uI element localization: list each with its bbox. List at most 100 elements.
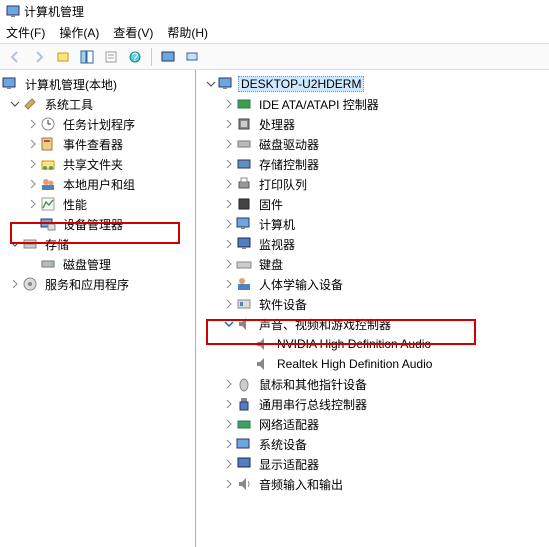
tree-label: 系统工具 xyxy=(42,95,96,114)
chevron-right-icon[interactable] xyxy=(222,457,236,471)
chevron-right-icon[interactable] xyxy=(222,477,236,491)
device-computer-cat[interactable]: 计算机 xyxy=(196,214,549,234)
help-button[interactable]: ? xyxy=(124,47,146,67)
network-icon xyxy=(236,416,252,432)
chevron-right-icon[interactable] xyxy=(26,117,40,131)
show-hide-button[interactable] xyxy=(76,47,98,67)
device-list-button[interactable] xyxy=(157,47,179,67)
chevron-down-icon[interactable] xyxy=(204,77,218,91)
device-label: NVIDIA High Definition Audio xyxy=(274,336,434,352)
up-button[interactable] xyxy=(52,47,74,67)
menubar: 文件(F) 操作(A) 查看(V) 帮助(H) xyxy=(0,22,549,44)
tree-label: 事件查看器 xyxy=(60,135,126,154)
chevron-right-icon[interactable] xyxy=(222,197,236,211)
chevron-right-icon[interactable] xyxy=(8,277,22,291)
performance-icon xyxy=(40,196,56,212)
tree-task-scheduler[interactable]: 任务计划程序 xyxy=(0,114,195,134)
chevron-right-icon[interactable] xyxy=(26,197,40,211)
back-button[interactable] xyxy=(4,47,26,67)
device-label: 声音、视频和游戏控制器 xyxy=(256,315,394,334)
menu-file[interactable]: 文件(F) xyxy=(6,24,45,41)
device-sound-realtek[interactable]: Realtek High Definition Audio xyxy=(196,354,549,374)
chevron-right-icon[interactable] xyxy=(222,137,236,151)
device-print-queue[interactable]: 打印队列 xyxy=(196,174,549,194)
device-storage-ctrl[interactable]: 存储控制器 xyxy=(196,154,549,174)
device-label: 鼠标和其他指针设备 xyxy=(256,375,370,394)
tree-device-manager[interactable]: 设备管理器 xyxy=(0,214,195,234)
device-software[interactable]: 软件设备 xyxy=(196,294,549,314)
forward-button[interactable] xyxy=(28,47,50,67)
chevron-right-icon[interactable] xyxy=(222,297,236,311)
device-hid[interactable]: 人体学输入设备 xyxy=(196,274,549,294)
chevron-right-icon[interactable] xyxy=(26,137,40,151)
device-usb[interactable]: 通用串行总线控制器 xyxy=(196,394,549,414)
device-firmware[interactable]: 固件 xyxy=(196,194,549,214)
device-label: 通用串行总线控制器 xyxy=(256,395,370,414)
device-processor[interactable]: 处理器 xyxy=(196,114,549,134)
toolbar: ? xyxy=(0,44,549,70)
device-display[interactable]: 显示适配器 xyxy=(196,454,549,474)
tree-shared-folders[interactable]: 共享文件夹 xyxy=(0,154,195,174)
tree-label: 设备管理器 xyxy=(60,215,126,234)
device-computer[interactable]: DESKTOP-U2HDERM xyxy=(196,74,549,94)
menu-help[interactable]: 帮助(H) xyxy=(167,24,208,41)
display-adapter-icon xyxy=(236,456,252,472)
device-ide[interactable]: IDE ATA/ATAPI 控制器 xyxy=(196,94,549,114)
chevron-right-icon[interactable] xyxy=(222,257,236,271)
device-monitor[interactable]: 监视器 xyxy=(196,234,549,254)
tree-label: 本地用户和组 xyxy=(60,175,138,194)
tree-root[interactable]: 计算机管理(本地) xyxy=(0,74,195,94)
menu-view[interactable]: 查看(V) xyxy=(113,24,153,41)
device-manager-icon xyxy=(40,216,56,232)
device-keyboard[interactable]: 键盘 xyxy=(196,254,549,274)
chevron-right-icon[interactable] xyxy=(222,397,236,411)
chevron-right-icon[interactable] xyxy=(26,157,40,171)
device-label: 磁盘驱动器 xyxy=(256,135,322,154)
chevron-down-icon[interactable] xyxy=(8,97,22,111)
storage-ctrl-icon xyxy=(236,156,252,172)
device-sound-nvidia[interactable]: NVIDIA High Definition Audio xyxy=(196,334,549,354)
device-network[interactable]: 网络适配器 xyxy=(196,414,549,434)
tree-disk-management[interactable]: 磁盘管理 xyxy=(0,254,195,274)
device-sound[interactable]: 声音、视频和游戏控制器 xyxy=(196,314,549,334)
chevron-right-icon[interactable] xyxy=(222,277,236,291)
device-label: 存储控制器 xyxy=(256,155,322,174)
tools-icon xyxy=(22,96,38,112)
chevron-right-icon[interactable] xyxy=(222,117,236,131)
device-label: 处理器 xyxy=(256,115,298,134)
tree-local-users[interactable]: 本地用户和组 xyxy=(0,174,195,194)
device-label: 音频输入和输出 xyxy=(256,475,346,494)
tree-system-tools[interactable]: 系统工具 xyxy=(0,94,195,114)
device-mouse[interactable]: 鼠标和其他指针设备 xyxy=(196,374,549,394)
chevron-down-icon[interactable] xyxy=(8,237,22,251)
tree-event-viewer[interactable]: 事件查看器 xyxy=(0,134,195,154)
menu-action[interactable]: 操作(A) xyxy=(59,24,99,41)
clock-icon xyxy=(40,116,56,132)
event-viewer-icon xyxy=(40,136,56,152)
software-icon xyxy=(236,296,252,312)
device-system-dev[interactable]: 系统设备 xyxy=(196,434,549,454)
tree-performance[interactable]: 性能 xyxy=(0,194,195,214)
properties-button[interactable] xyxy=(100,47,122,67)
chevron-right-icon[interactable] xyxy=(222,237,236,251)
refresh-button[interactable] xyxy=(181,47,203,67)
chevron-right-icon[interactable] xyxy=(222,217,236,231)
device-label: 计算机 xyxy=(256,215,298,234)
device-disk-drive[interactable]: 磁盘驱动器 xyxy=(196,134,549,154)
device-audio-io[interactable]: 音频输入和输出 xyxy=(196,474,549,494)
chevron-right-icon[interactable] xyxy=(222,97,236,111)
device-label: 固件 xyxy=(256,195,286,214)
device-label: DESKTOP-U2HDERM xyxy=(238,76,364,92)
shared-folder-icon xyxy=(40,156,56,172)
chevron-right-icon[interactable] xyxy=(222,377,236,391)
tree-storage[interactable]: 存储 xyxy=(0,234,195,254)
chevron-right-icon[interactable] xyxy=(222,157,236,171)
tree-services[interactable]: 服务和应用程序 xyxy=(0,274,195,294)
chevron-right-icon[interactable] xyxy=(222,417,236,431)
chevron-right-icon[interactable] xyxy=(26,177,40,191)
chevron-right-icon[interactable] xyxy=(222,437,236,451)
disk-icon xyxy=(40,256,56,272)
chevron-right-icon[interactable] xyxy=(222,177,236,191)
chevron-down-icon[interactable] xyxy=(222,317,236,331)
sound-icon xyxy=(254,356,270,372)
